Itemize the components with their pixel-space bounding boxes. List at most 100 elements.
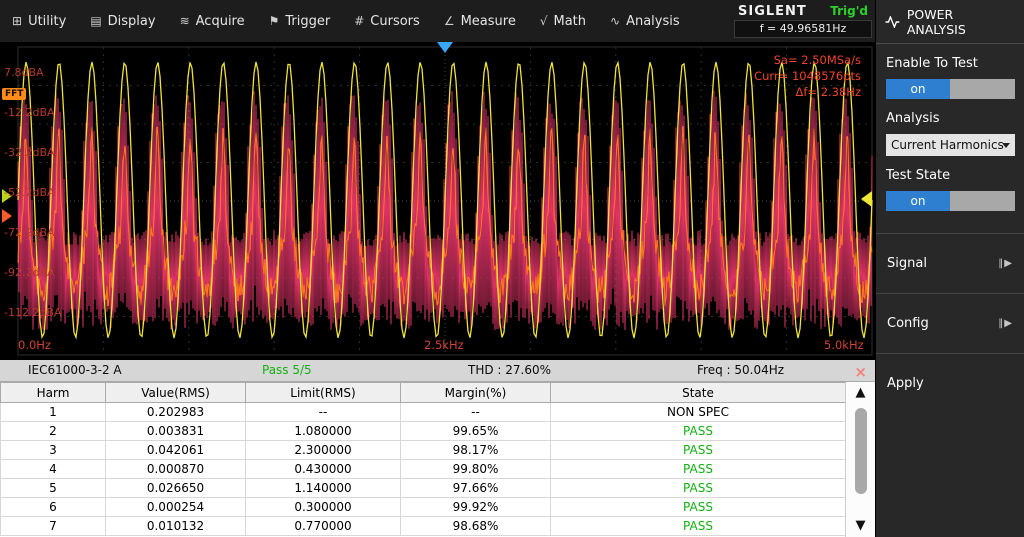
enable-to-test-label: Enable To Test: [886, 56, 1014, 71]
menu-item-math[interactable]: √Math: [528, 0, 598, 42]
thd-readout: THD : 27.60%: [468, 363, 551, 377]
menu-item-label: Measure: [461, 14, 516, 29]
table-row: 70.0101320.77000098.68%PASS: [1, 517, 846, 536]
db-scale-label: 7.8dBA: [4, 66, 44, 79]
menu-item-label: Display: [108, 14, 156, 29]
test-state-toggle[interactable]: on: [886, 191, 1015, 211]
brand-block: SIGLENT Trig'd f = 49.96581Hz: [734, 4, 872, 38]
analysis-icon: ∿: [610, 14, 620, 28]
table-row: 20.0038311.08000099.65%PASS: [1, 422, 846, 441]
test-state-label: Test State: [886, 168, 1014, 183]
top-menu-bar: ⊞Utility ▤ Display ≋Acquire⚑Trigger#Cursors…: [0, 0, 875, 42]
cell-margin: --: [401, 403, 551, 422]
cell-margin: 99.65%: [401, 422, 551, 441]
test-state-toggle-on-state: on: [886, 191, 950, 211]
brand-top-row: SIGLENT Trig'd: [734, 4, 872, 19]
analysis-label: Analysis: [886, 111, 1014, 126]
apply-button[interactable]: Apply: [876, 353, 1024, 413]
cell-value: 0.042061: [106, 441, 246, 460]
menu-item-acquire[interactable]: ≋Acquire: [168, 0, 257, 42]
cell-limit: --: [246, 403, 401, 422]
sample-rate-readout: Sa= 2.50MSa/s: [754, 52, 861, 68]
scroll-thumb[interactable]: [855, 408, 867, 494]
table-row: 50.0266501.14000097.66%PASS: [1, 479, 846, 498]
cell-harm: 3: [1, 441, 106, 460]
apply-label: Apply: [887, 376, 924, 391]
chevron-down-icon: [1002, 143, 1010, 148]
cursors-icon: #: [354, 14, 364, 28]
expand-arrow-icon: ‖▶: [998, 258, 1013, 269]
menu-item-trigger[interactable]: ⚑Trigger: [257, 0, 343, 42]
scroll-up-button[interactable]: ▲: [846, 384, 875, 402]
menu-item-analysis[interactable]: ∿ Analysis: [598, 0, 692, 42]
menu-bar-items: ⊞Utility ▤ Display ≋Acquire⚑Trigger#Cursors…: [0, 0, 692, 42]
cell-margin: 99.92%: [401, 498, 551, 517]
table-row: 40.0008700.43000099.80%PASS: [1, 460, 846, 479]
cell-limit: 2.300000: [246, 441, 401, 460]
signal-menu-item[interactable]: Signal ‖▶: [876, 233, 1024, 293]
cell-limit: 0.300000: [246, 498, 401, 517]
config-label: Config: [887, 316, 929, 331]
menu-item-label: Utility: [28, 14, 66, 29]
db-scale-label: -92.2dBA: [4, 266, 55, 279]
config-menu-item[interactable]: Config ‖▶: [876, 293, 1024, 353]
signal-label: Signal: [887, 256, 927, 271]
menu-item-label: Trigger: [285, 14, 330, 29]
trigger-frequency-readout: f = 49.96581Hz: [734, 20, 872, 38]
cell-value: 0.010132: [106, 517, 246, 536]
cell-harm: 1: [1, 403, 106, 422]
expand-arrow-icon: ‖▶: [998, 318, 1013, 329]
column-header-margin: Margin(%): [401, 383, 551, 403]
analysis-dropdown[interactable]: Current Harmonics: [886, 134, 1015, 156]
menu-item-display[interactable]: ▤ Display: [78, 0, 167, 42]
menu-item-utility[interactable]: ⊞Utility: [0, 0, 78, 42]
column-header-limitrms: Limit(RMS): [246, 383, 401, 403]
cell-harm: 4: [1, 460, 106, 479]
cell-harm: 5: [1, 479, 106, 498]
db-scale-label: -32.2dBA: [4, 146, 55, 159]
siglent-logo: SIGLENT: [738, 4, 807, 19]
cell-state: NON SPEC: [551, 403, 846, 422]
freq-axis-label: 0.0Hz: [18, 338, 51, 352]
cell-value: 0.026650: [106, 479, 246, 498]
test-standard-label: IEC61000-3-2 A: [28, 363, 122, 377]
cell-margin: 98.68%: [401, 517, 551, 536]
db-scale-label: -112.2dBA: [4, 306, 62, 319]
cell-limit: 1.080000: [246, 422, 401, 441]
freq-axis-label: 2.5kHz: [424, 338, 464, 352]
current-channel-marker[interactable]: [2, 209, 12, 223]
harmonics-table-wrap: HarmValue(RMS)Limit(RMS)Margin(%)State 1…: [0, 382, 845, 537]
display-icon: ▤: [90, 14, 101, 28]
points-readout: Curr= 1048576pts: [754, 68, 861, 84]
cell-value: 0.000254: [106, 498, 246, 517]
cell-state: PASS: [551, 422, 846, 441]
close-results-button[interactable]: ×: [854, 363, 867, 381]
waveform-display: FFT Sa= 2.50MSa/s Curr= 1048576pts Δf= 2…: [0, 42, 875, 360]
cell-state: PASS: [551, 441, 846, 460]
power-analysis-icon: [885, 16, 900, 28]
analysis-dropdown-value: Current Harmonics: [891, 138, 1004, 152]
table-scrollbar[interactable]: ▲ ▼: [845, 382, 875, 537]
menu-item-label: Acquire: [196, 14, 245, 29]
column-header-valuerms: Value(RMS): [106, 383, 246, 403]
line-freq-readout: Freq : 50.04Hz: [697, 363, 784, 377]
menu-item-measure[interactable]: ∠Measure: [432, 0, 528, 42]
db-scale-label: -52.2dBA: [4, 186, 55, 199]
fft-channel-badge[interactable]: FFT: [2, 88, 26, 100]
cell-margin: 99.80%: [401, 460, 551, 479]
enable-to-test-section: Enable To Test on: [876, 44, 1024, 99]
db-scale-label: -12.2dBA: [4, 106, 55, 119]
enable-to-test-toggle[interactable]: on: [886, 79, 1015, 99]
harmonics-results-panel: IEC61000-3-2 A Pass 5/5 THD : 27.60% Fre…: [0, 360, 875, 537]
cell-limit: 1.140000: [246, 479, 401, 498]
menu-item-label: Analysis: [626, 14, 680, 29]
cell-harm: 7: [1, 517, 106, 536]
cell-margin: 97.66%: [401, 479, 551, 498]
math-icon: √: [540, 14, 548, 28]
results-status-bar: IEC61000-3-2 A Pass 5/5 THD : 27.60% Fre…: [0, 360, 875, 382]
menu-item-cursors[interactable]: #Cursors: [342, 0, 432, 42]
right-level-marker[interactable]: [861, 191, 872, 207]
cell-state: PASS: [551, 479, 846, 498]
cell-state: PASS: [551, 517, 846, 536]
scroll-down-button[interactable]: ▼: [846, 517, 875, 535]
